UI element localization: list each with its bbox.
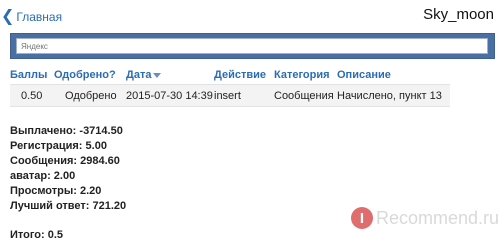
stat-best-answer: Лучший ответ: 721.20 [10, 200, 127, 212]
back-link[interactable]: ❮ Главная [1, 8, 63, 25]
points-table: Баллы Одобрено? Дата Действие Категория … [10, 66, 450, 107]
column-header-approved[interactable]: Одобрено? [54, 66, 126, 85]
cell-points: 0.50 [10, 84, 54, 107]
column-header-date[interactable]: Дата [126, 66, 214, 85]
cell-date: 2015-07-30 14:39 [126, 84, 214, 107]
table-row: 0.50 Одобрено 2015-07-30 14:39 insert Со… [10, 84, 450, 107]
stat-paid-out: Выплачено: -3714.50 [10, 125, 123, 137]
irecommend-logo-icon: I [351, 207, 373, 229]
column-header-date-label: Дата [126, 69, 152, 81]
stat-messages: Сообщения: 2984.60 [10, 155, 120, 167]
stat-views: Просмотры: 2.20 [10, 185, 102, 197]
irecommend-watermark: I Recommend.ru [351, 207, 499, 229]
points-summary: Выплачено: -3714.50 Регистрация: 5.00 Со… [10, 124, 126, 214]
column-header-points[interactable]: Баллы [10, 66, 54, 85]
stat-avatar: аватар: 2.00 [10, 170, 76, 182]
search-input[interactable] [16, 38, 488, 54]
back-link-label: Главная [16, 10, 63, 24]
sort-down-icon [153, 72, 162, 78]
search-bar [10, 33, 495, 59]
watermark-text: Recommend.ru [376, 207, 500, 228]
column-header-description[interactable]: Описание [337, 66, 450, 85]
cell-category: Сообщения [274, 84, 337, 107]
chevron-left-icon: ❮ [1, 8, 15, 25]
username[interactable]: Sky_moon [423, 6, 494, 23]
cell-action: insert [214, 84, 274, 107]
table-header-row: Баллы Одобрено? Дата Действие Категория … [10, 66, 450, 85]
stat-registration: Регистрация: 5.00 [10, 140, 107, 152]
top-bar: ❮ Главная Sky_moon [0, 6, 500, 30]
column-header-action[interactable]: Действие [214, 66, 274, 85]
total-points: Итого: 0.5 [10, 229, 64, 241]
cell-description: Начислено, пункт 13 [337, 84, 450, 107]
column-header-category[interactable]: Категория [274, 66, 337, 85]
cell-approved: Одобрено [54, 84, 126, 107]
